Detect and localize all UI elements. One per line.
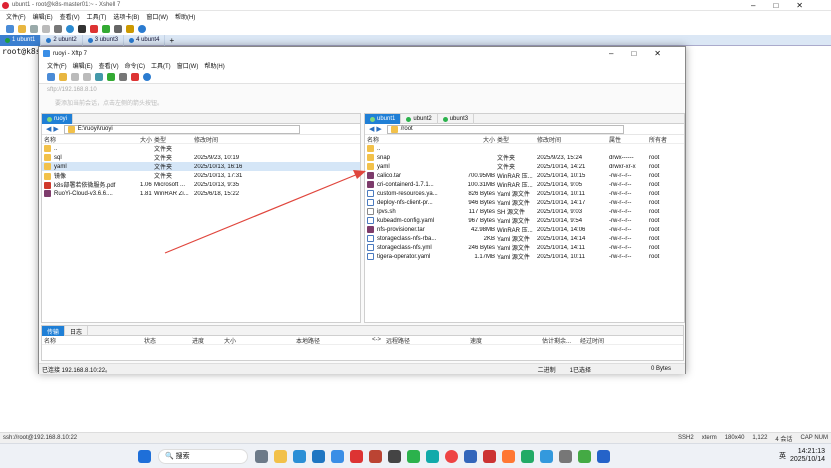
app-icon[interactable]	[388, 449, 401, 463]
app-icon[interactable]	[521, 449, 534, 463]
status-term: xterm	[701, 435, 717, 441]
chrome-icon[interactable]	[445, 449, 458, 463]
edge-icon[interactable]	[293, 449, 306, 463]
xshell-taskbar-icon[interactable]	[350, 449, 363, 463]
vscode-icon[interactable]	[312, 449, 325, 463]
app-icon[interactable]	[483, 449, 496, 463]
windows-start-icon[interactable]	[138, 449, 151, 463]
annotation-arrow	[164, 170, 366, 254]
app-icon[interactable]	[502, 449, 515, 463]
app-icon[interactable]	[540, 449, 553, 463]
explorer-icon[interactable]	[274, 449, 287, 463]
xshell-status-bar: ssh://root@192.168.8.10:22 SSH2 xterm 18…	[0, 432, 831, 443]
app-icon[interactable]	[578, 449, 591, 463]
app-icon[interactable]	[559, 449, 572, 463]
xftp-taskbar-icon[interactable]	[331, 449, 344, 463]
clock-date: 2025/10/14	[789, 456, 825, 463]
status-ssh: SSH2	[678, 435, 694, 441]
status-conn: ssh://root@192.168.8.10:22	[3, 435, 78, 441]
gear-icon[interactable]	[255, 449, 268, 463]
windows-taskbar: 🔍 搜索 英 14:21:13 2025/10/14	[0, 443, 831, 468]
app-icon[interactable]	[426, 449, 439, 463]
ime-lang[interactable]: 英	[779, 451, 786, 461]
vs-icon[interactable]	[597, 449, 610, 463]
taskbar-search-text: 搜索	[175, 453, 190, 460]
clock-time: 14:21:13	[797, 448, 825, 455]
clock[interactable]: 14:21:13 2025/10/14	[790, 448, 825, 464]
taskbar-search[interactable]: 🔍 搜索	[158, 448, 248, 464]
status-size-term: 180x40	[724, 435, 745, 441]
status-sessions: 4 会话	[775, 436, 793, 443]
app-icon[interactable]	[369, 449, 382, 463]
status-caps: CAP NUM	[800, 435, 828, 441]
app-icon[interactable]	[464, 449, 477, 463]
wechat-icon[interactable]	[407, 449, 420, 463]
status-pos: 1,122	[752, 435, 768, 441]
